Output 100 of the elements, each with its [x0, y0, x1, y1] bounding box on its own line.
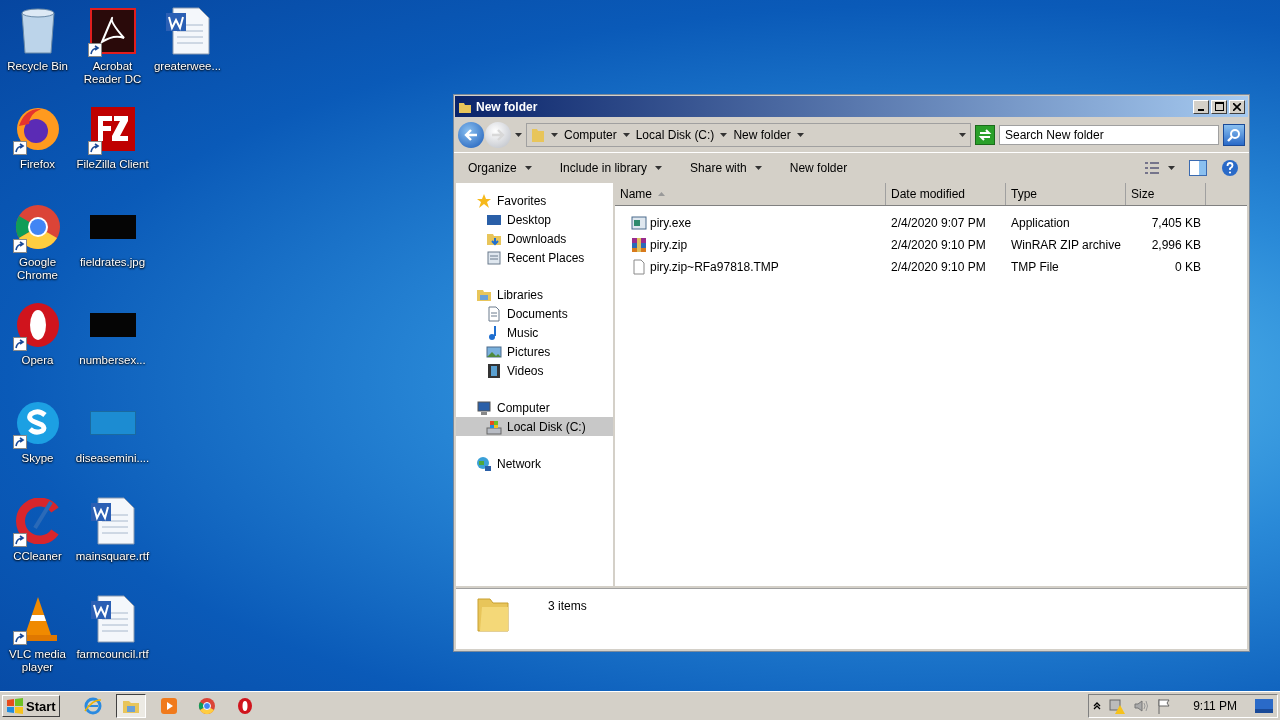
desktop-icon-label[interactable]: mainsquare.rtf [75, 550, 150, 563]
computer-icon [476, 399, 492, 416]
nav-item[interactable]: Pictures [456, 342, 613, 361]
word-document-icon [89, 497, 136, 545]
desktop-icon-label[interactable]: CCleaner [13, 550, 62, 563]
shortcut-arrow-icon [87, 141, 102, 155]
breadcrumb-item[interactable]: Computer [564, 128, 617, 142]
clock[interactable]: 9:11 PM [1193, 699, 1237, 713]
recent-places-icon [486, 249, 502, 266]
file-name[interactable]: piry.exe [650, 216, 692, 230]
nav-item[interactable]: Recent Places [456, 248, 613, 267]
chrome-icon [197, 697, 216, 715]
opera-icon [14, 302, 61, 348]
refresh-button[interactable] [975, 125, 995, 145]
image-thumbnail-icon [89, 215, 136, 239]
nav-item[interactable]: Music [456, 323, 613, 342]
firefox-icon [14, 106, 61, 152]
nav-item[interactable]: Local Disk (C:) [456, 417, 613, 436]
internet-explorer-icon [83, 697, 102, 715]
nav-item[interactable]: Network [456, 454, 613, 473]
forward-arrow-icon [491, 129, 505, 141]
desktop-icon-label[interactable]: Acrobat Reader DC [75, 60, 150, 86]
search-icon [1227, 128, 1241, 142]
minimize-icon [1198, 108, 1204, 111]
maximize-button[interactable] [1211, 99, 1227, 114]
desktop-icon-label[interactable]: Opera [21, 354, 54, 367]
nav-item[interactable]: Documents [456, 304, 613, 323]
desktop-icon-label[interactable]: FileZilla Client [76, 158, 149, 171]
desktop-icon-label[interactable]: numbersex... [79, 354, 146, 367]
nav-item[interactable]: Favorites [456, 191, 613, 210]
file-name[interactable]: piry.zip [650, 238, 688, 252]
caret-icon [655, 166, 663, 170]
desktop-icon-label[interactable]: VLC media player [0, 648, 75, 674]
back-button[interactable] [458, 122, 484, 148]
nav-item[interactable]: Computer [456, 398, 613, 417]
close-button[interactable] [1229, 99, 1245, 114]
caret-icon [754, 166, 762, 170]
chevron-up-icon[interactable] [1093, 702, 1102, 710]
close-icon [1233, 102, 1241, 111]
toolbar-button[interactable]: New folder [785, 159, 852, 177]
blank-file-icon [631, 259, 647, 275]
table-cell-text: 2/4/2020 9:07 PM [890, 216, 987, 230]
shortcut-arrow-icon [12, 141, 27, 155]
start-logo-icon [6, 698, 24, 714]
desktop-icon-label[interactable]: greaterwee... [153, 60, 222, 73]
caret-icon [796, 133, 804, 137]
desktop-icon-label[interactable]: fieldrates.jpg [79, 256, 146, 269]
table-cell-text: 2,996 KB [1150, 238, 1202, 252]
nav-item[interactable]: Libraries [456, 285, 613, 304]
caret-icon [551, 133, 558, 137]
skype-icon [14, 400, 61, 446]
sort-arrow-icon [658, 192, 665, 196]
caret-icon [720, 133, 728, 137]
start-button[interactable]: Start [2, 695, 60, 717]
minimize-button[interactable] [1193, 99, 1209, 114]
help-button[interactable] [1221, 159, 1239, 177]
taskbar-app-button[interactable] [115, 694, 146, 718]
desktop-icon-label[interactable]: Firefox [19, 158, 56, 171]
caret-icon [524, 166, 532, 170]
table-cell-text: 0 KB [1174, 260, 1202, 274]
nav-item[interactable]: Desktop [456, 210, 613, 229]
table-cell-text: TMP File [1010, 260, 1060, 274]
breadcrumb-item[interactable]: Local Disk (C:) [635, 128, 715, 142]
toolbar-button[interactable]: Organize [464, 159, 536, 177]
toolbar-button[interactable]: Include in library [555, 159, 667, 177]
search-field[interactable]: Search New folder [999, 125, 1219, 145]
ccleaner-icon [14, 498, 61, 544]
folder-icon [531, 127, 545, 143]
acrobat-icon [89, 8, 136, 54]
window-title: New folder [476, 99, 539, 114]
desktop-icon-label[interactable]: diseasemini.... [75, 452, 150, 465]
desktop-icon-label[interactable]: Google Chrome [0, 256, 75, 282]
shortcut-arrow-icon [12, 631, 27, 645]
film-icon [486, 362, 502, 379]
breadcrumb-item[interactable]: New folder [733, 128, 791, 142]
list-view-icon [1144, 161, 1160, 175]
file-name[interactable]: piry.zip~RFa97818.TMP [650, 260, 779, 274]
shortcut-arrow-icon [12, 533, 27, 547]
toolbar-button[interactable]: Share with [686, 159, 766, 177]
search-button[interactable] [1223, 124, 1245, 146]
archive-icon [631, 237, 647, 253]
desktop-icon-label[interactable]: farmcouncil.rtf [76, 648, 149, 661]
address-bar[interactable]: Computer Local Disk (C:) New folder [526, 123, 971, 147]
word-document-icon [164, 7, 211, 55]
caret-icon [622, 133, 630, 137]
caret-icon [515, 133, 522, 137]
document-icon [486, 305, 502, 322]
nav-item[interactable]: Videos [456, 361, 613, 380]
refresh-icon [978, 129, 992, 141]
desktop-icon-label[interactable]: Skype [21, 452, 54, 465]
shortcut-arrow-icon [12, 337, 27, 351]
nav-item[interactable]: Downloads [456, 229, 613, 248]
table-cell-text: 7,405 KB [1150, 216, 1202, 230]
preview-pane-button[interactable] [1189, 160, 1207, 176]
table-cell-text: Application [1010, 216, 1071, 230]
application-icon [631, 215, 647, 231]
view-options-button[interactable] [1144, 161, 1175, 175]
desktop-icon-label[interactable]: Recycle Bin [7, 60, 68, 73]
flag-icon[interactable] [1157, 698, 1172, 714]
help-icon [1221, 159, 1239, 177]
